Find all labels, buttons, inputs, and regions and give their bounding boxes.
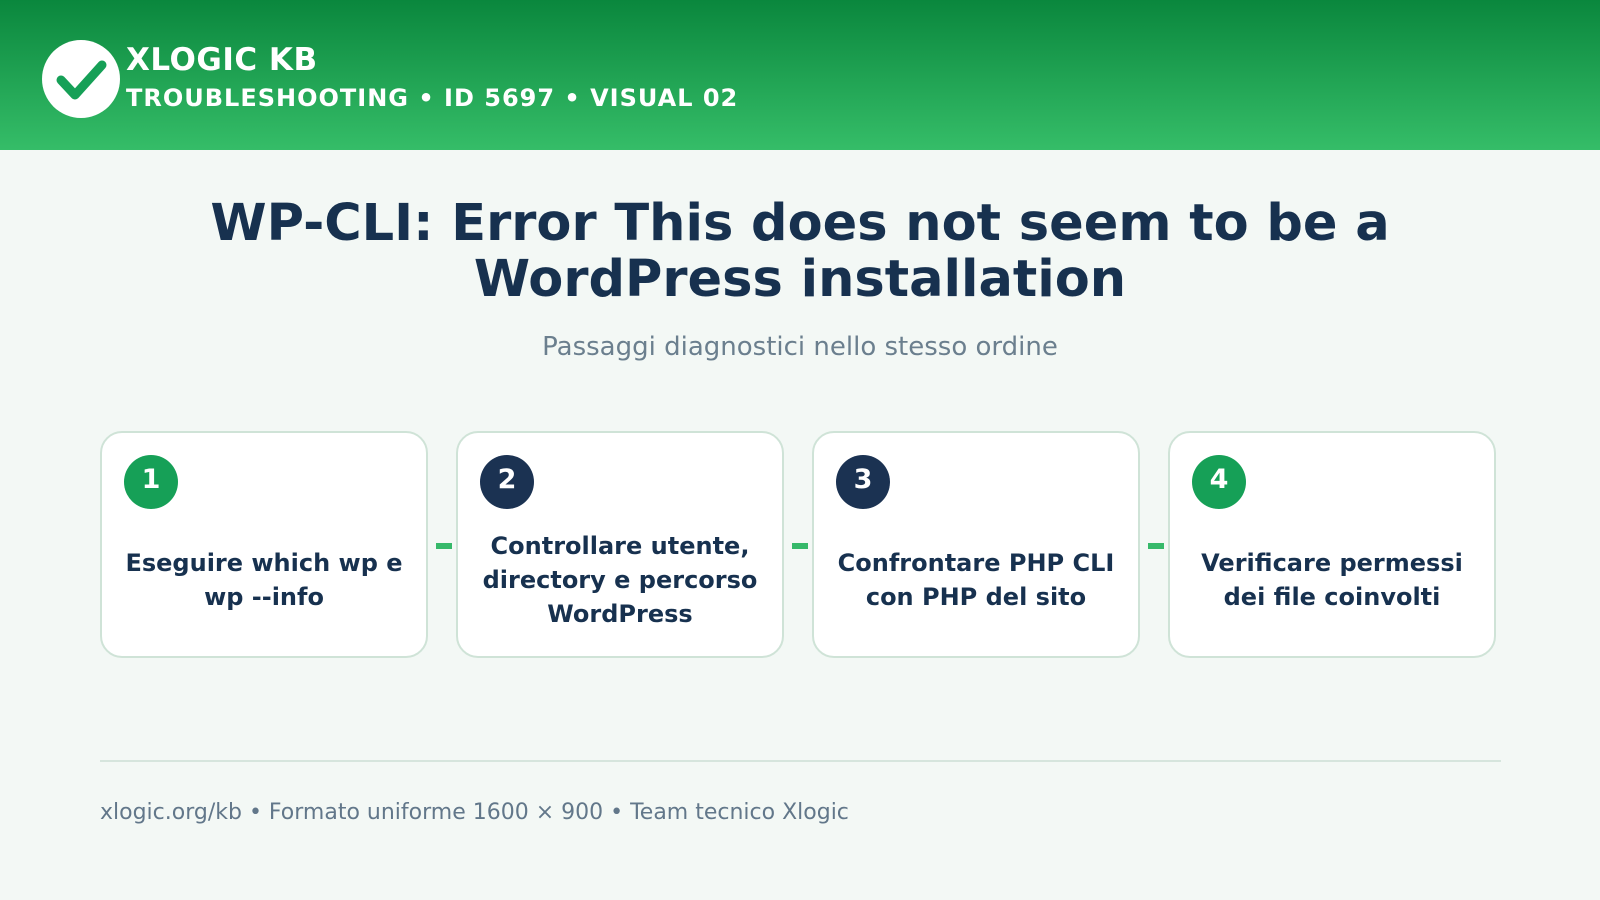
brand-subtitle: TROUBLESHOOTING • ID 5697 • VISUAL 02 xyxy=(126,84,739,112)
step-text: Eseguire which wp e wp --info xyxy=(125,548,403,611)
step-card-4: 4 Verificare permessi dei file coinvolti xyxy=(1168,431,1496,658)
step-text: Controllare utente, directory e percorso… xyxy=(482,531,758,628)
footer-text: xlogic.org/kb • Formato uniforme 1600 × … xyxy=(100,800,849,825)
page-title: WP-CLI: Error This does not seem to be a… xyxy=(210,194,1390,309)
step-card-1: 1 Eseguire which wp e wp --info xyxy=(100,431,428,658)
step-number-badge: 3 xyxy=(836,455,890,509)
checkmark-icon xyxy=(42,40,120,118)
step-connector xyxy=(1148,543,1164,549)
step-number-badge: 2 xyxy=(480,455,534,509)
header-banner: XLOGIC KB TROUBLESHOOTING • ID 5697 • VI… xyxy=(0,0,1600,150)
brand-name: XLOGIC KB xyxy=(126,42,318,78)
step-number-badge: 1 xyxy=(124,455,178,509)
step-text: Confrontare PHP CLI con PHP del sito xyxy=(837,548,1115,611)
step-text: Verificare permessi dei file coinvolti xyxy=(1201,548,1463,611)
footer-divider xyxy=(100,760,1501,762)
step-card-2: 2 Controllare utente, directory e percor… xyxy=(456,431,784,658)
page-subtitle: Passaggi diagnostici nello stesso ordine xyxy=(542,332,1058,362)
step-connector xyxy=(436,543,452,549)
step-number-badge: 4 xyxy=(1192,455,1246,509)
step-connector xyxy=(792,543,808,549)
step-card-3: 3 Confrontare PHP CLI con PHP del sito xyxy=(812,431,1140,658)
